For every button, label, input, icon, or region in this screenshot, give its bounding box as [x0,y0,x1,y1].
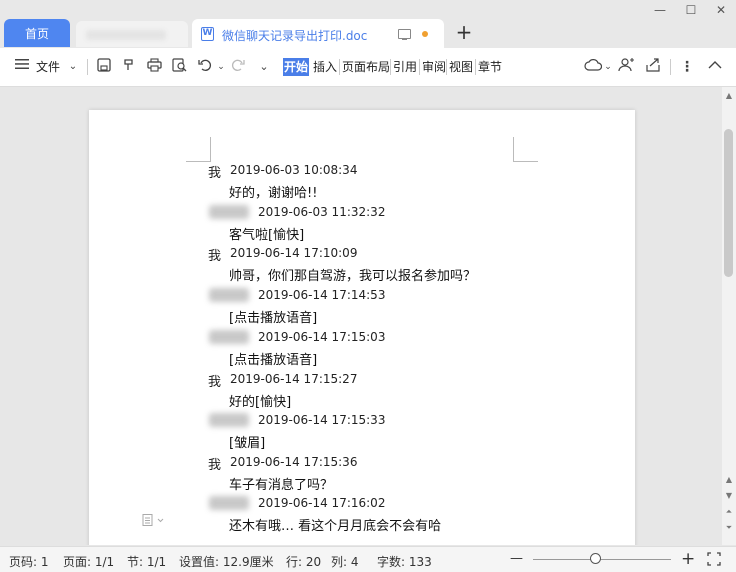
message-timestamp: 2019-06-03 11:32:32 [258,205,386,219]
redo-icon[interactable] [229,58,247,76]
scroll-down-icon[interactable]: ▼ [724,491,734,500]
message-text: [皱眉] [229,436,266,451]
print-icon[interactable] [145,58,163,76]
save-icon[interactable] [95,58,113,76]
more-icon[interactable]: ⋮ [678,58,696,76]
toolbar-divider [670,59,671,75]
page-up-icon[interactable]: ⏶ [724,507,734,517]
status-word-count[interactable]: 字数: 133 [377,553,432,570]
message-timestamp: 2019-06-14 17:15:27 [230,372,358,386]
zoom-in-button[interactable]: + [681,549,695,569]
zoom-slider-knob[interactable] [589,553,601,564]
message-text: 帅哥，你们那自驾游，我可以报名参加吗？ [229,269,477,284]
tab-page-layout[interactable]: 页面布局 [341,58,391,76]
scroll-up-icon[interactable]: ▲ [724,91,734,100]
scroll-up-icon[interactable]: ▲ [724,475,734,484]
unsaved-dot-icon [422,31,428,37]
title-bar: 首页 W 微信聊天记录导出打印.doc + — ☐ ✕ [0,0,736,48]
print-preview-icon[interactable] [170,58,188,76]
cloud-dropdown-icon[interactable]: ⌄ [599,58,617,76]
tab-home[interactable]: 首页 [4,19,70,47]
format-painter-icon[interactable] [120,58,138,76]
toolbar-divider [419,59,420,75]
margin-corner-top-right [513,137,538,162]
message-timestamp: 2019-06-14 17:10:09 [230,246,358,260]
message-text: 还木有哦… 看这个月月底会不会有哈 [229,519,442,534]
tab-chapter[interactable]: 章节 [477,58,503,76]
blurred-tab-label [86,30,166,40]
document-page[interactable]: 我 2019-06-03 10:08:34 好的，谢谢哈!! 2019-06-0… [89,110,635,545]
message-timestamp: 2019-06-03 10:08:34 [230,163,358,177]
blurred-sender-name [209,413,249,427]
scrollbar-thumb[interactable] [724,129,733,277]
share-user-icon[interactable] [617,58,635,76]
message-text: 车子有消息了吗？ [229,478,334,493]
message-timestamp: 2019-06-14 17:16:02 [258,496,386,510]
sender-label: 我 [208,375,222,390]
screen-icon[interactable] [398,29,411,40]
message-text: 好的，谢谢哈!! [229,186,318,201]
maximize-button[interactable]: ☐ [681,2,701,18]
status-pages[interactable]: 页面: 1/1 [63,553,114,570]
tab-document-title: 微信聊天记录导出打印.doc [222,29,368,43]
close-button[interactable]: ✕ [711,2,731,18]
status-setting-value[interactable]: 设置值: 12.9厘米 [179,553,274,570]
sender-label: 我 [208,458,222,473]
blurred-sender-name [209,330,249,344]
blurred-sender-name [209,496,249,510]
tab-reference[interactable]: 引用 [392,58,418,76]
status-section[interactable]: 节: 1/1 [127,553,166,570]
tab-document[interactable]: W 微信聊天记录导出打印.doc [192,19,444,48]
message-timestamp: 2019-06-14 17:14:53 [258,288,386,302]
tab-blurred[interactable] [76,21,188,47]
toolbar-divider [446,59,447,75]
toolbar: 文件 ⌄ ⌄ ⌄ 开始 插入 页面布局 引用 审阅 视图 章节 ⌄ ⋮ [0,48,736,87]
chevron-down-icon[interactable]: ⌄ [64,58,82,76]
message-timestamp: 2019-06-14 17:15:36 [230,455,358,469]
status-row[interactable]: 行: 20 [286,553,321,570]
minimize-button[interactable]: — [650,2,670,18]
document-outline-icon[interactable] [142,514,164,529]
message-timestamp: 2019-06-14 17:15:03 [258,330,386,344]
status-bar: 页码: 1 页面: 1/1 节: 1/1 设置值: 12.9厘米 行: 20 列… [0,546,736,572]
blurred-sender-name [209,288,249,302]
toolbar-divider [390,59,391,75]
message-text: 好的[愉快] [229,395,292,410]
word-doc-icon: W [201,27,214,41]
share-icon[interactable] [644,58,662,76]
tab-review[interactable]: 审阅 [421,58,447,76]
page-down-icon[interactable]: ⏷ [724,523,734,533]
margin-corner-top-left [186,137,211,162]
collapse-icon[interactable] [706,58,724,76]
zoom-slider-track[interactable] [533,559,671,560]
message-text: [点击播放语音] [229,311,318,326]
sender-label: 我 [208,166,222,181]
tab-start[interactable]: 开始 [283,58,310,76]
message-timestamp: 2019-06-14 17:15:33 [258,413,386,427]
toolbar-divider [87,59,88,75]
more-dropdown-icon[interactable]: ⌄ [255,58,273,76]
hamburger-icon[interactable] [13,58,31,76]
zoom-out-button[interactable]: — [510,551,523,566]
status-page-number[interactable]: 页码: 1 [9,553,49,570]
status-column[interactable]: 列: 4 [331,553,359,570]
toolbar-divider [339,59,340,75]
message-text: 客气啦[愉快] [229,228,305,243]
tab-insert[interactable]: 插入 [312,58,338,76]
toolbar-divider [475,59,476,75]
message-text: [点击播放语音] [229,353,318,368]
document-workspace: 我 2019-06-03 10:08:34 好的，谢谢哈!! 2019-06-0… [0,87,722,545]
file-menu[interactable]: 文件 [36,58,60,76]
blurred-sender-name [209,205,249,219]
tab-view[interactable]: 视图 [448,58,474,76]
undo-dropdown-icon[interactable]: ⌄ [212,58,230,76]
fit-window-icon[interactable] [707,552,721,569]
new-tab-button[interactable]: + [454,22,474,42]
vertical-scrollbar[interactable]: ▲ ▲ ▼ ⏶ ⏷ [722,87,736,545]
sender-label: 我 [208,249,222,264]
